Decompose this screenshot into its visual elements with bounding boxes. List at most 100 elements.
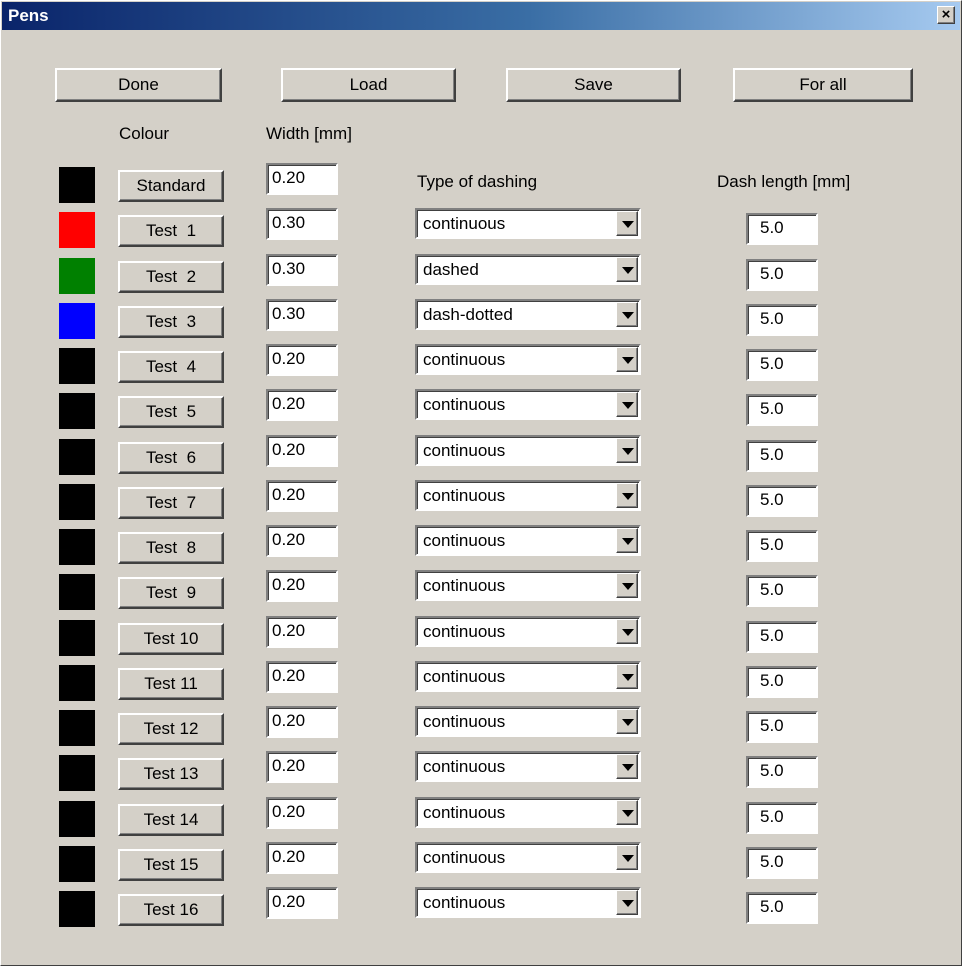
for-all-button[interactable]: For all [733,68,913,102]
colour-swatch[interactable] [59,529,95,565]
dashing-select[interactable]: continuous [415,570,641,601]
colour-swatch[interactable] [59,303,95,339]
colour-swatch[interactable] [59,620,95,656]
pen-name-button[interactable]: Test 3 [118,306,224,338]
width-field[interactable]: 0.20 [266,163,338,195]
dropdown-arrow-icon[interactable] [616,573,638,598]
dashing-select[interactable]: continuous [415,797,641,828]
dropdown-arrow-icon[interactable] [616,392,638,417]
pen-name-button[interactable]: Test 6 [118,442,224,474]
dashing-select[interactable]: dashed [415,254,641,285]
dashing-select[interactable]: continuous [415,525,641,556]
pen-name-button[interactable]: Test 11 [118,668,224,700]
width-field[interactable]: 0.20 [266,570,338,602]
colour-swatch[interactable] [59,258,95,294]
pen-name-button[interactable]: Test 13 [118,758,224,790]
dashing-select[interactable]: continuous [415,661,641,692]
dashing-select[interactable]: continuous [415,887,641,918]
dropdown-arrow-icon[interactable] [616,302,638,327]
dash-length-field[interactable]: 5.0 [746,666,818,698]
dashing-select[interactable]: continuous [415,706,641,737]
width-field[interactable]: 0.30 [266,208,338,240]
pen-name-button[interactable]: Test 4 [118,351,224,383]
dashing-select[interactable]: continuous [415,389,641,420]
dash-length-field[interactable]: 5.0 [746,802,818,834]
dropdown-arrow-icon[interactable] [616,754,638,779]
pen-name-button[interactable]: Test 2 [118,261,224,293]
dashing-select[interactable]: continuous [415,751,641,782]
dropdown-arrow-icon[interactable] [616,845,638,870]
dash-length-field[interactable]: 5.0 [746,756,818,788]
dropdown-arrow-icon[interactable] [616,664,638,689]
dash-length-field[interactable]: 5.0 [746,304,818,336]
dropdown-arrow-icon[interactable] [616,347,638,372]
width-field[interactable]: 0.20 [266,344,338,376]
pen-name-button[interactable]: Test 14 [118,804,224,836]
dropdown-arrow-icon[interactable] [616,528,638,553]
width-field[interactable]: 0.30 [266,299,338,331]
close-button[interactable]: × [937,6,955,24]
save-button[interactable]: Save [506,68,681,102]
width-field[interactable]: 0.20 [266,389,338,421]
dropdown-arrow-icon[interactable] [616,483,638,508]
width-field[interactable]: 0.20 [266,706,338,738]
dash-length-field[interactable]: 5.0 [746,575,818,607]
dashing-select[interactable]: continuous [415,208,641,239]
colour-swatch[interactable] [59,574,95,610]
dropdown-arrow-icon[interactable] [616,800,638,825]
dashing-select[interactable]: dash-dotted [415,299,641,330]
load-button[interactable]: Load [281,68,456,102]
colour-swatch[interactable] [59,665,95,701]
dropdown-arrow-icon[interactable] [616,890,638,915]
width-field[interactable]: 0.20 [266,842,338,874]
pen-name-button[interactable]: Standard [118,170,224,202]
dashing-select[interactable]: continuous [415,480,641,511]
colour-swatch[interactable] [59,439,95,475]
width-field[interactable]: 0.20 [266,480,338,512]
colour-swatch[interactable] [59,484,95,520]
pen-name-button[interactable]: Test 16 [118,894,224,926]
width-field[interactable]: 0.20 [266,661,338,693]
dropdown-arrow-icon[interactable] [616,619,638,644]
dash-length-field[interactable]: 5.0 [746,485,818,517]
colour-swatch[interactable] [59,710,95,746]
dash-length-field[interactable]: 5.0 [746,259,818,291]
colour-swatch[interactable] [59,167,95,203]
pen-name-button[interactable]: Test 7 [118,487,224,519]
pen-name-button[interactable]: Test 9 [118,577,224,609]
dash-length-field[interactable]: 5.0 [746,440,818,472]
dashing-select[interactable]: continuous [415,616,641,647]
width-field[interactable]: 0.20 [266,435,338,467]
pen-name-button[interactable]: Test 8 [118,532,224,564]
dash-length-field[interactable]: 5.0 [746,711,818,743]
dash-length-field[interactable]: 5.0 [746,530,818,562]
colour-swatch[interactable] [59,801,95,837]
pen-name-button[interactable]: Test 15 [118,849,224,881]
dash-length-field[interactable]: 5.0 [746,394,818,426]
colour-swatch[interactable] [59,891,95,927]
dropdown-arrow-icon[interactable] [616,438,638,463]
dash-length-field[interactable]: 5.0 [746,847,818,879]
pen-name-button[interactable]: Test 5 [118,396,224,428]
done-button[interactable]: Done [55,68,222,102]
dashing-select[interactable]: continuous [415,435,641,466]
dropdown-arrow-icon[interactable] [616,257,638,282]
dash-length-field[interactable]: 5.0 [746,349,818,381]
width-field[interactable]: 0.20 [266,616,338,648]
colour-swatch[interactable] [59,348,95,384]
colour-swatch[interactable] [59,393,95,429]
dash-length-field[interactable]: 5.0 [746,213,818,245]
width-field[interactable]: 0.20 [266,751,338,783]
dashing-select[interactable]: continuous [415,842,641,873]
colour-swatch[interactable] [59,212,95,248]
dropdown-arrow-icon[interactable] [616,709,638,734]
dash-length-field[interactable]: 5.0 [746,621,818,653]
pen-name-button[interactable]: Test 1 [118,215,224,247]
pen-name-button[interactable]: Test 12 [118,713,224,745]
width-field[interactable]: 0.20 [266,525,338,557]
dropdown-arrow-icon[interactable] [616,211,638,236]
colour-swatch[interactable] [59,755,95,791]
width-field[interactable]: 0.30 [266,254,338,286]
width-field[interactable]: 0.20 [266,797,338,829]
pen-name-button[interactable]: Test 10 [118,623,224,655]
